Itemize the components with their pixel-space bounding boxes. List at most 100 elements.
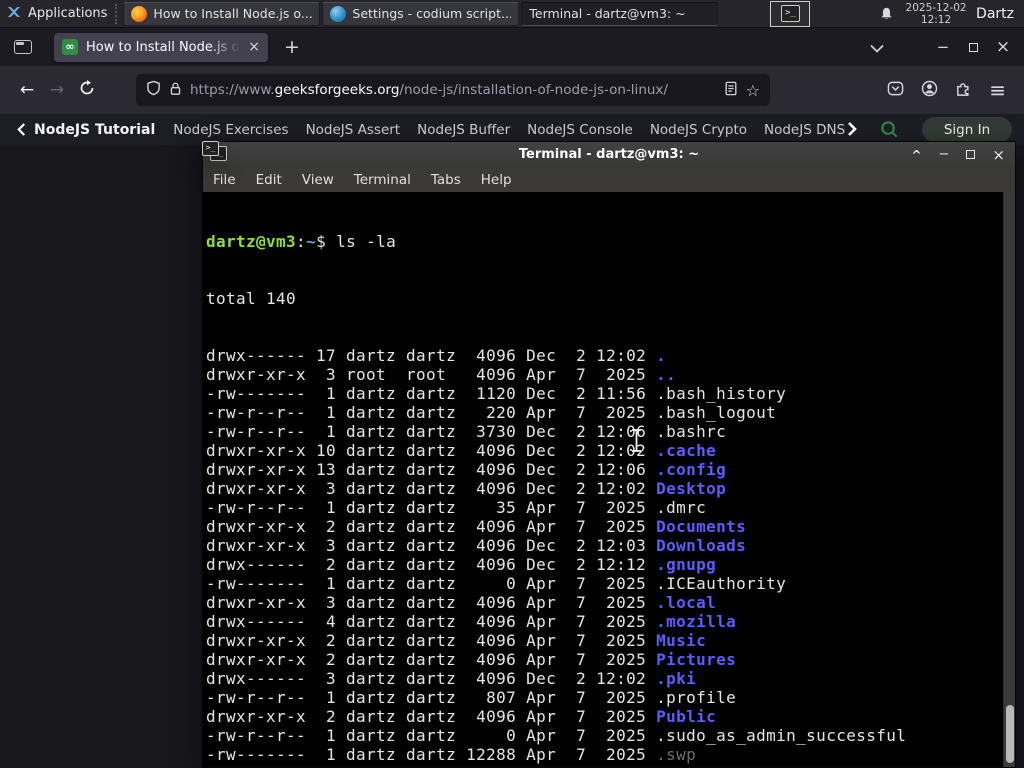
list-all-tabs-icon[interactable] [870,38,884,57]
site-nav-item[interactable]: NodeJS Crypto [650,122,747,138]
listing-meta: -rw-r--r-- 1 dartz dartz 35 Apr 7 2025 [206,498,657,517]
applications-menu-button[interactable]: Applications [0,0,115,28]
terminal-menu-terminal[interactable]: Terminal [344,172,421,188]
clock[interactable]: 2025-12-02 12:12 [904,2,968,26]
firefox-icon [131,5,148,22]
site-nav-item[interactable]: NodeJS Console [527,122,633,138]
terminal-menu-view[interactable]: View [292,172,344,188]
listing-name: Pictures [656,650,737,669]
search-icon[interactable] [880,120,899,143]
tab-title: How to Install Node.js on [86,39,241,55]
sign-in-button[interactable]: Sign In [922,117,1012,142]
listing-name: .local [656,593,717,612]
browser-close-button[interactable]: × [988,37,1018,57]
prompt-user-host: dartz@vm3 [206,232,297,251]
listing-name: Music [656,631,707,650]
menu-hamburger-icon[interactable]: ≡ [989,80,1006,100]
user-menu[interactable]: Dartz [976,6,1014,22]
site-nav-back[interactable]: NodeJS Tutorial [16,122,155,138]
terminal-output-line: drwxr-xr-x 3 root root 4096 Apr 7 2025 .… [206,365,999,384]
listing-name: .gnupg [656,555,717,574]
terminal-shade-button[interactable]: ^ [911,148,921,162]
prompt-command: $ ls -la [316,232,397,251]
tray-terminal-launcher[interactable]: >_ [770,0,811,27]
terminal-output-line: drwxr-xr-x 13 dartz dartz 4096 Dec 2 12:… [206,460,999,479]
terminal-menu-file[interactable]: File [203,172,246,188]
site-nav-item[interactable]: NodeJS Assert [306,122,401,138]
bookmark-star-icon[interactable]: ☆ [746,81,760,100]
listing-name: .bash_history [656,384,787,403]
active-tab[interactable]: ∞ How to Install Node.js on × [54,32,268,62]
terminal-window: >_ Terminal - dartz@vm3: ~ ^ − × FileEdi… [202,141,1016,768]
terminal-total-line: total 140 [206,289,297,308]
listing-meta: drwx------ 4 dartz dartz 4096 Apr 7 2025 [206,612,657,631]
terminal-menu-tabs[interactable]: Tabs [421,172,471,188]
listing-name: Downloads [656,536,747,555]
reload-icon[interactable] [72,79,102,101]
chevron-left-icon [17,123,26,136]
url-bar[interactable]: https://www.geeksforgeeks.org/node-js/in… [136,74,770,106]
listing-meta: -rw------- 1 dartz dartz 1120 Dec 2 11:5… [206,384,657,403]
listing-meta: drwxr-xr-x 3 dartz dartz 4096 Dec 2 12:0… [206,479,657,498]
listing-meta: drwxr-xr-x 3 dartz dartz 4096 Dec 2 12:0… [206,536,657,555]
terminal-minimize-button[interactable]: − [939,147,950,162]
terminal-scrollbar-thumb[interactable] [1005,705,1014,763]
panel-window-buttons: How to Install Node.js o... Settings - co… [123,1,720,156]
applications-icon [6,4,22,24]
forward-icon[interactable]: → [42,80,72,100]
navigation-toolbar: ← → https://www.geeksforgeeks.org/node-j… [0,66,1024,114]
tab-close-icon[interactable]: × [248,40,260,54]
terminal-prompt-line: dartz@vm3:~$ ls -la [206,232,397,251]
terminal-menu-help[interactable]: Help [471,172,522,188]
browser-minimize-button[interactable]: − [928,38,958,56]
listing-name: Templates [656,764,746,767]
site-nav-item[interactable]: NodeJS DNS [764,122,845,138]
clock-time: 12:12 [920,13,952,26]
terminal-menu-edit[interactable]: Edit [246,172,292,188]
panel-window-button-firefox[interactable]: How to Install Node.js o... [123,1,321,26]
listing-meta: drwxr-xr-x 2 dartz dartz 4096 Apr 7 2025 [206,764,656,767]
url-text: https://www.geeksforgeeks.org/node-js/in… [190,82,716,98]
terminal-close-button[interactable]: × [992,146,1005,164]
chevron-right-icon[interactable] [846,121,858,141]
lock-icon[interactable] [169,81,182,100]
terminal-output-line: drwx------ 17 dartz dartz 4096 Dec 2 12:… [206,346,999,365]
terminal-scrollbar[interactable] [1003,192,1015,767]
terminal-output-line: drwxr-xr-x 10 dartz dartz 4096 Dec 2 12:… [206,441,999,460]
extensions-puzzle-icon[interactable] [955,80,972,101]
site-nav-items: NodeJS Exercises NodeJS Assert NodeJS Buff… [173,122,845,138]
firefox-view-icon[interactable] [8,34,38,60]
terminal-content[interactable]: dartz@vm3:~$ ls -la total 140 drwx------… [203,192,1015,767]
listing-meta: drwx------ 2 dartz dartz 4096 Dec 2 12:1… [206,555,657,574]
listing-name: .. [656,365,677,384]
site-nav-item[interactable]: NodeJS Exercises [173,122,288,138]
terminal-title-bar[interactable]: >_ Terminal - dartz@vm3: ~ ^ − × [203,142,1015,167]
terminal-output-line: drwxr-xr-x 2 dartz dartz 4096 Apr 7 2025… [206,631,999,650]
terminal-output-line: -rw-r--r-- 1 dartz dartz 220 Apr 7 2025 … [206,403,999,422]
toolbar-right-icons: ≡ [887,80,1012,101]
reader-view-icon[interactable] [724,81,738,100]
shield-icon[interactable] [146,80,161,100]
terminal-menu-bar: File Edit View Terminal Tabs Help [203,167,1015,192]
listing-meta: drwxr-xr-x 2 dartz dartz 4096 Apr 7 2025 [206,707,657,726]
site-nav-back-label: NodeJS Tutorial [34,121,156,138]
pocket-icon[interactable] [887,80,904,101]
account-icon[interactable] [921,80,938,101]
panel-window-button-codium[interactable]: Settings - codium script... [322,1,520,26]
panel-window-title: How to Install Node.js o... [153,6,313,21]
terminal-window-controls: ^ − × [911,142,1005,167]
browser-maximize-button[interactable] [958,42,988,52]
listing-meta: -rw------- 1 dartz dartz 12288 Apr 7 202… [206,745,657,764]
terminal-maximize-button[interactable] [966,150,976,159]
panel-window-button-terminal[interactable]: >_ Terminal - dartz@vm3: ~ [202,1,719,156]
url-domain: geeksforgeeks.org [274,82,400,98]
site-nav-item[interactable]: NodeJS Buffer [417,122,510,138]
notification-bell-icon[interactable] [879,6,894,22]
terminal-icon: >_ [780,5,800,22]
listing-name: .sudo_as_admin_successful [656,726,907,745]
back-icon[interactable]: ← [12,80,42,100]
new-tab-button[interactable]: + [278,36,306,58]
listing-name: .ICEauthority [656,574,787,593]
listing-name: .bash_logout [656,403,777,422]
listing-meta: drwxr-xr-x 2 dartz dartz 4096 Apr 7 2025 [206,517,657,536]
